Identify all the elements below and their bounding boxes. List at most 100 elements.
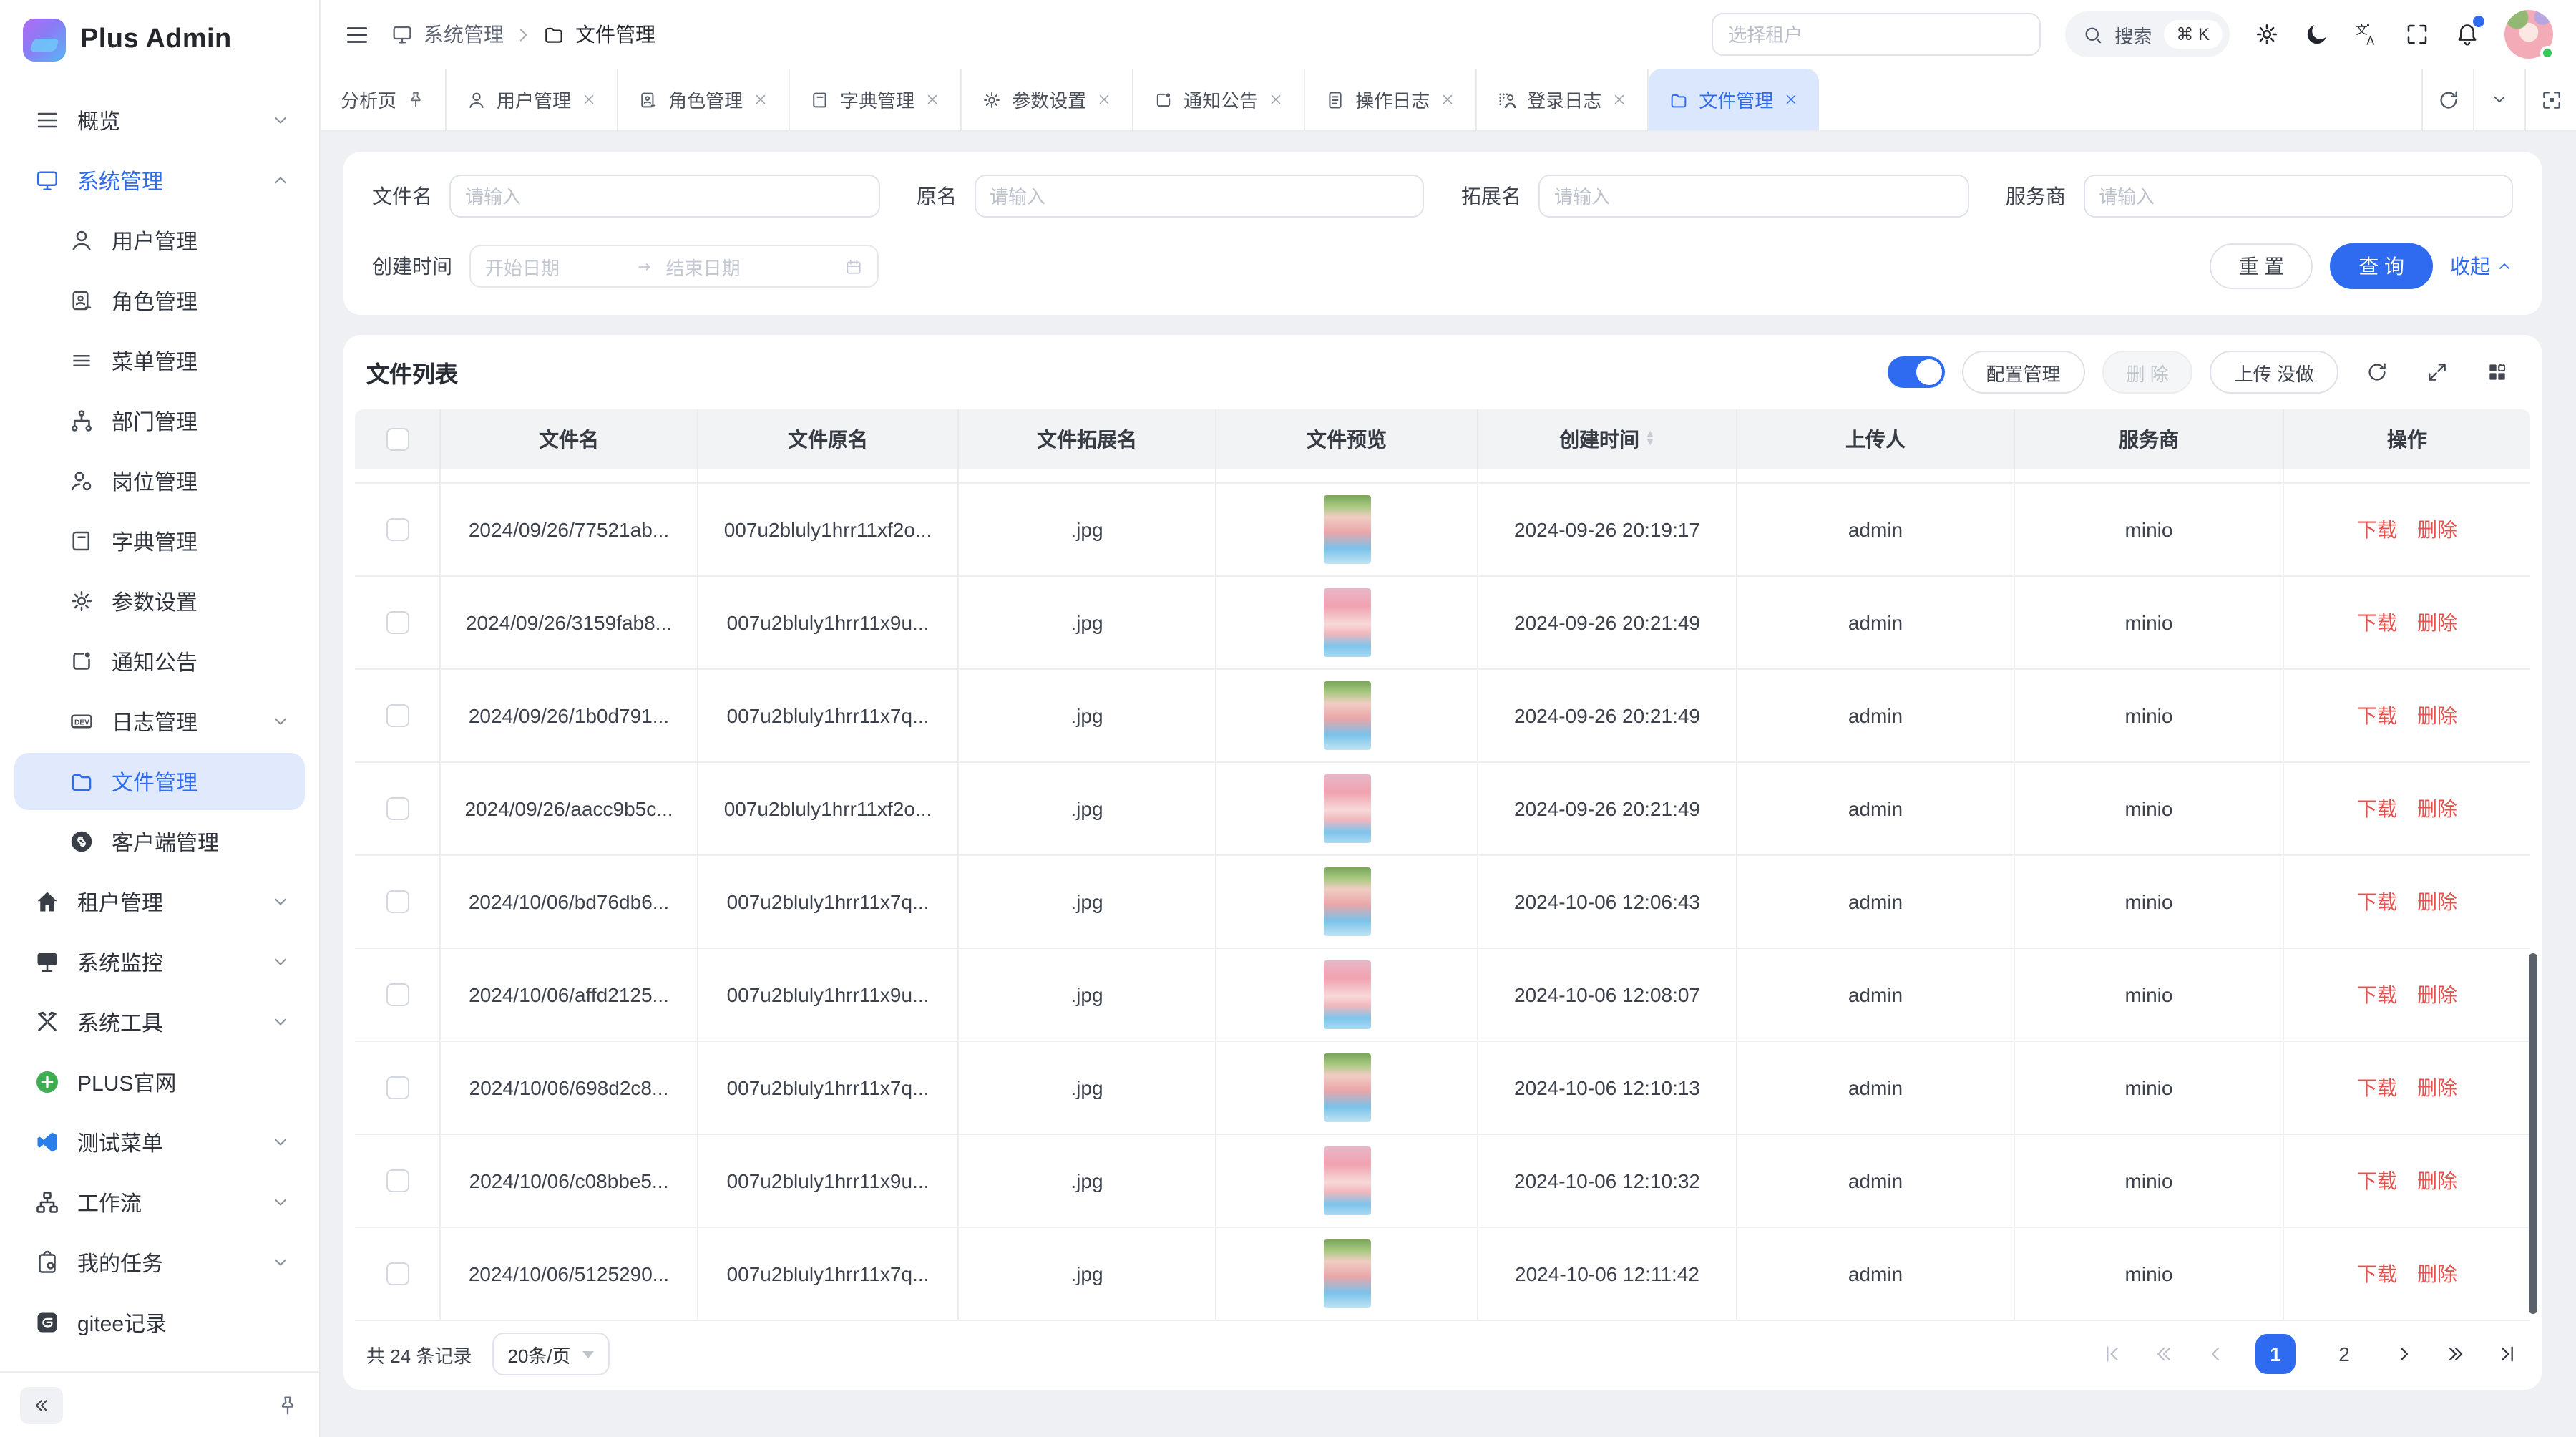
date-range-input[interactable]: 开始日期 结束日期 (469, 245, 879, 288)
menu-toggle-icon[interactable] (343, 21, 371, 48)
breadcrumb-parent[interactable]: 系统管理 (424, 20, 504, 49)
row-checkbox[interactable] (386, 983, 409, 1006)
column-settings-button[interactable] (2476, 351, 2519, 394)
tab-8[interactable]: 文件管理 (1649, 69, 1819, 130)
preview-image[interactable] (1323, 588, 1370, 657)
preview-image[interactable] (1323, 495, 1370, 564)
tab-0[interactable]: 分析页 (321, 69, 447, 130)
delete-button[interactable]: 删 除 (2102, 351, 2193, 394)
preview-image[interactable] (1323, 867, 1370, 936)
sidebar-item-4[interactable]: 菜单管理 (14, 332, 305, 389)
delete-link[interactable]: 删除 (2417, 701, 2457, 730)
filename-input[interactable] (449, 175, 879, 218)
col-created[interactable]: 创建时间 ▲▼ (1478, 409, 1737, 469)
delete-link[interactable]: 删除 (2417, 794, 2457, 823)
sidebar-item-19[interactable]: 我的任务 (14, 1234, 305, 1291)
extension-input[interactable] (1538, 175, 1968, 218)
close-icon[interactable] (581, 92, 597, 107)
sidebar-item-10[interactable]: DEV日志管理 (14, 693, 305, 750)
table-refresh-button[interactable] (2356, 351, 2399, 394)
sidebar-item-6[interactable]: 岗位管理 (14, 452, 305, 510)
provider-input[interactable] (2083, 175, 2513, 218)
table-scrollbar-thumb[interactable] (2529, 953, 2537, 1314)
sidebar-item-5[interactable]: 部门管理 (14, 392, 305, 449)
tab-1[interactable]: 用户管理 (447, 69, 618, 130)
close-icon[interactable] (1611, 92, 1627, 107)
sidebar-item-8[interactable]: 参数设置 (14, 573, 305, 630)
tab-2[interactable]: 角色管理 (618, 69, 790, 130)
originname-input[interactable] (974, 175, 1424, 218)
close-icon[interactable] (924, 92, 940, 107)
page-1-button[interactable]: 1 (2255, 1334, 2296, 1374)
next-page-button[interactable] (2393, 1343, 2416, 1365)
tab-6[interactable]: 操作日志 (1305, 69, 1477, 130)
row-checkbox[interactable] (386, 890, 409, 913)
download-link[interactable]: 下载 (2357, 608, 2397, 637)
row-checkbox[interactable] (386, 1169, 409, 1192)
content-fullscreen-button[interactable] (2524, 69, 2576, 130)
sidebar-item-9[interactable]: 通知公告 (14, 633, 305, 690)
download-link[interactable]: 下载 (2357, 887, 2397, 916)
row-checkbox[interactable] (386, 611, 409, 634)
row-checkbox[interactable] (386, 1076, 409, 1099)
fullscreen-icon[interactable] (2404, 21, 2430, 47)
sidebar-item-1[interactable]: 系统管理 (14, 152, 305, 209)
prev-page-button[interactable] (2204, 1343, 2227, 1365)
preview-image[interactable] (1323, 1146, 1370, 1215)
select-all-checkbox[interactable] (386, 428, 409, 451)
tab-4[interactable]: 参数设置 (962, 69, 1133, 130)
close-icon[interactable] (753, 92, 769, 107)
jump-forward-button[interactable] (2444, 1343, 2467, 1365)
pin-icon[interactable] (276, 1393, 299, 1416)
sidebar-item-17[interactable]: 测试菜单 (14, 1114, 305, 1171)
page-2-button[interactable]: 2 (2324, 1334, 2364, 1374)
preview-image[interactable] (1323, 681, 1370, 750)
sidebar-collapse-button[interactable] (20, 1386, 63, 1423)
notifications[interactable] (2454, 19, 2480, 49)
download-link[interactable]: 下载 (2357, 1260, 2397, 1288)
download-link[interactable]: 下载 (2357, 701, 2397, 730)
collapse-filter-link[interactable]: 收起 (2450, 252, 2513, 281)
preview-image[interactable] (1323, 1239, 1370, 1308)
reset-button[interactable]: 重 置 (2210, 243, 2313, 289)
sidebar-item-16[interactable]: PLUS官网 (14, 1053, 305, 1111)
sidebar-item-14[interactable]: 系统监控 (14, 933, 305, 990)
sidebar-item-12[interactable]: 客户端管理 (14, 813, 305, 870)
row-checkbox[interactable] (386, 704, 409, 727)
sidebar-item-15[interactable]: 系统工具 (14, 993, 305, 1051)
delete-link[interactable]: 删除 (2417, 608, 2457, 637)
page-size-select[interactable]: 20条/页 (492, 1333, 609, 1375)
download-link[interactable]: 下载 (2357, 794, 2397, 823)
sidebar-item-13[interactable]: 租户管理 (14, 873, 305, 930)
query-button[interactable]: 查 询 (2330, 243, 2433, 289)
preview-image[interactable] (1323, 1053, 1370, 1122)
delete-link[interactable]: 删除 (2417, 1166, 2457, 1195)
download-link[interactable]: 下载 (2357, 1073, 2397, 1102)
delete-link[interactable]: 删除 (2417, 980, 2457, 1009)
upload-button[interactable]: 上传 没做 (2210, 351, 2338, 394)
delete-link[interactable]: 删除 (2417, 887, 2457, 916)
avatar[interactable] (2504, 10, 2553, 59)
global-search-button[interactable]: 搜索 ⌘ K (2064, 11, 2230, 57)
settings-gear-icon[interactable] (2254, 21, 2280, 47)
tab-7[interactable]: 登录日志 (1477, 69, 1649, 130)
tabs-refresh-button[interactable] (2421, 69, 2473, 130)
tab-3[interactable]: 字典管理 (790, 69, 962, 130)
sidebar-item-18[interactable]: 工作流 (14, 1174, 305, 1231)
close-icon[interactable] (1268, 92, 1284, 107)
row-checkbox[interactable] (386, 518, 409, 541)
tab-5[interactable]: 通知公告 (1133, 69, 1305, 130)
sidebar-item-0[interactable]: 概览 (14, 92, 305, 149)
sidebar-item-7[interactable]: 字典管理 (14, 512, 305, 570)
close-icon[interactable] (1440, 92, 1455, 107)
tabs-menu-button[interactable] (2473, 69, 2524, 130)
close-icon[interactable] (1783, 92, 1799, 107)
close-icon[interactable] (1096, 92, 1112, 107)
last-page-button[interactable] (2496, 1343, 2519, 1365)
sidebar-item-2[interactable]: 用户管理 (14, 212, 305, 269)
download-link[interactable]: 下载 (2357, 980, 2397, 1009)
preview-image[interactable] (1323, 960, 1370, 1029)
download-link[interactable]: 下载 (2357, 1166, 2397, 1195)
delete-link[interactable]: 删除 (2417, 1260, 2457, 1288)
row-checkbox[interactable] (386, 1262, 409, 1285)
